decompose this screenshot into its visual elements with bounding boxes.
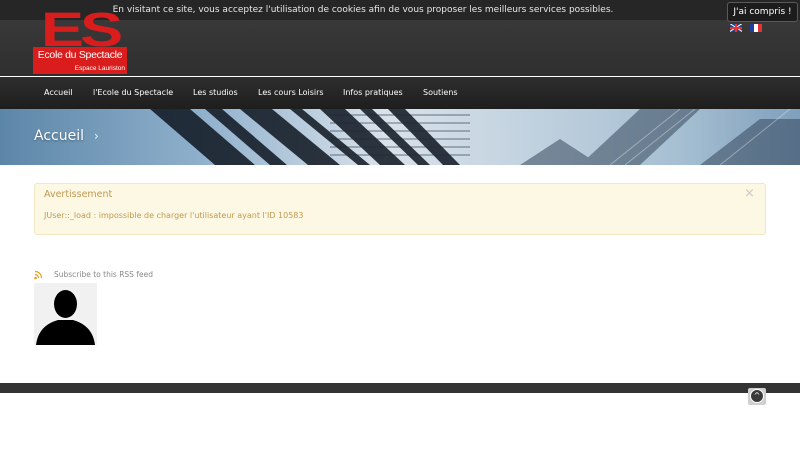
close-icon[interactable]: ×: [744, 187, 755, 201]
footer-bar: [0, 383, 800, 393]
logo-letters: ES: [40, 4, 123, 57]
nav-item-soutiens[interactable]: Soutiens: [423, 77, 458, 109]
banner-background-image: [150, 109, 800, 165]
back-to-top-button[interactable]: ^: [748, 388, 766, 405]
cookie-accept-button[interactable]: J'ai compris !: [727, 2, 798, 22]
warning-alert: Avertissement JUser::_load : impossible …: [34, 183, 766, 235]
rss-subscribe-link[interactable]: Subscribe to this RSS feed: [54, 270, 153, 280]
site-header: En visitant ce site, vous acceptez l'uti…: [0, 0, 800, 76]
rss-icon[interactable]: [34, 270, 43, 280]
nav-item-cours-loisirs[interactable]: Les cours Loisirs: [258, 77, 324, 109]
nav-item-studios[interactable]: Les studios: [193, 77, 238, 109]
back-to-top-icon: ^: [750, 389, 764, 403]
nav-item-infos-pratiques[interactable]: Infos pratiques: [343, 77, 403, 109]
alert-title: Avertissement: [44, 189, 113, 200]
page-title: Accueil: [34, 128, 84, 144]
logo-school-name: Ecole du Spectacle: [33, 47, 127, 63]
main-nav: Accueil l'Ecole du Spectacle Les studios…: [0, 77, 800, 109]
flag-uk-icon[interactable]: [730, 24, 742, 32]
nav-item-accueil[interactable]: Accueil: [44, 77, 73, 109]
nav-item-ecole[interactable]: l'Ecole du Spectacle: [93, 77, 173, 109]
flag-fr-icon[interactable]: [750, 24, 762, 32]
alert-message: JUser::_load : impossible de charger l'u…: [44, 211, 304, 220]
page-banner: Accueil ›: [0, 109, 800, 165]
avatar: [34, 283, 97, 345]
user-silhouette-icon: [36, 290, 95, 345]
breadcrumb-chevron-icon: ›: [94, 129, 99, 143]
site-logo[interactable]: ES Ecole du Spectacle Espace Lauriston: [33, 7, 127, 75]
logo-location: Espace Lauriston: [33, 63, 127, 74]
